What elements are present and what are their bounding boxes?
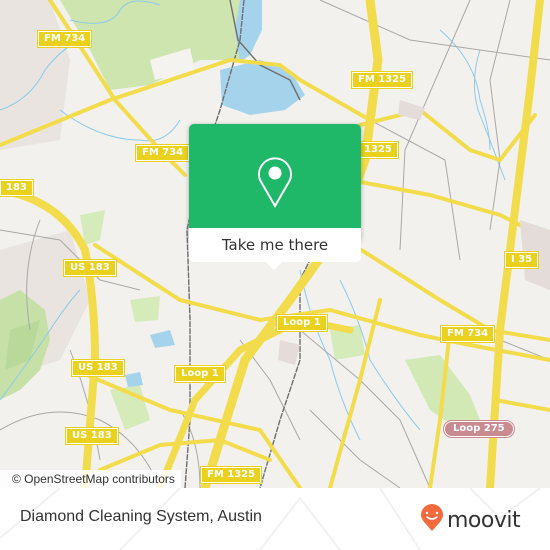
road-label-fm1325: FM 1325 [350, 71, 414, 89]
road-label-fm1325: FM 1325 [199, 466, 263, 484]
road-label-us183: US 183 [63, 259, 117, 277]
place-name: Diamond Cleaning System, Austin [20, 508, 262, 525]
road-label-us183: 183 [0, 179, 34, 197]
road-label-us183: US 183 [71, 359, 125, 377]
popup-header [189, 124, 361, 228]
road-label-fm734: FM 734 [134, 144, 191, 162]
road-label-loop1: Loop 1 [276, 314, 328, 332]
map-attribution[interactable]: © OpenStreetMap contributors [0, 470, 181, 488]
road-label-fm734: FM 734 [36, 30, 93, 48]
road-label-fm1325: 1325 [357, 141, 399, 159]
popup-pointer [265, 261, 283, 270]
location-pin-icon [256, 154, 294, 212]
road-label-loop1: Loop 1 [174, 365, 226, 383]
road-label-fm734: FM 734 [439, 325, 496, 343]
road-label-i35: I 35 [503, 251, 540, 269]
moovit-logo[interactable]: moovit [420, 504, 521, 536]
road-label-loop275: Loop 275 [443, 420, 515, 438]
destination-popup: Take me there [189, 124, 361, 270]
moovit-smile-pin-icon [420, 504, 444, 536]
road-label-us183: US 183 [65, 427, 119, 445]
brand-name: moovit [447, 507, 521, 533]
take-me-there-button[interactable]: Take me there [189, 228, 361, 262]
